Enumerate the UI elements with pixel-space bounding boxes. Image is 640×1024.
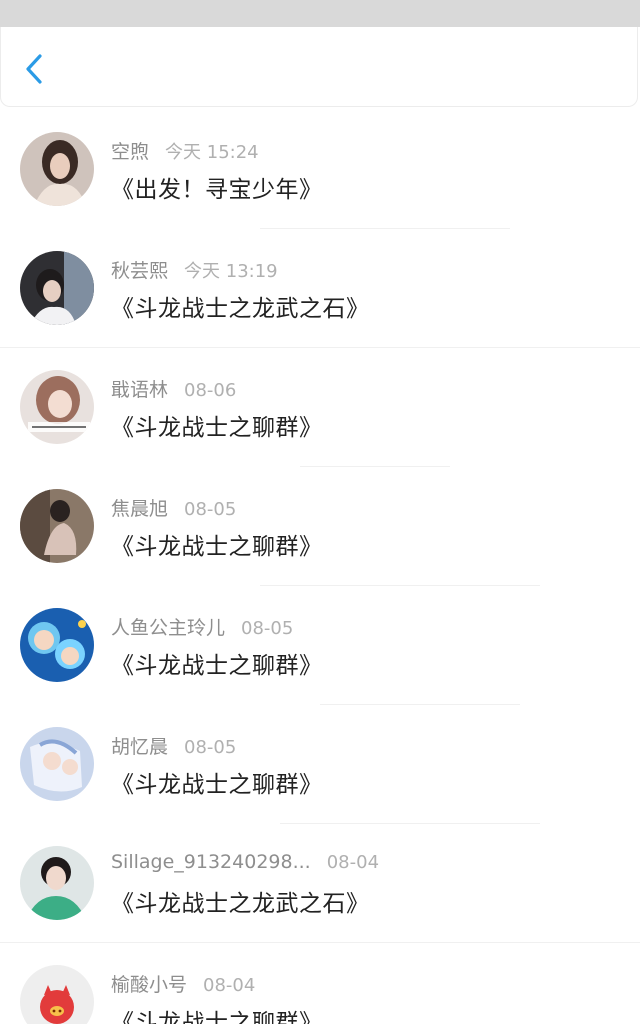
item-title: 《斗龙战士之聊群》 bbox=[111, 534, 323, 560]
item-title: 《斗龙战士之聊群》 bbox=[111, 772, 323, 798]
user-name: 空煦 bbox=[111, 141, 150, 163]
user-name: 人鱼公主玲儿 bbox=[111, 617, 226, 639]
avatar bbox=[20, 489, 94, 563]
back-button[interactable] bbox=[19, 53, 51, 85]
item-meta: 秋芸熙 今天 13:19 bbox=[111, 256, 278, 283]
timestamp: 今天 15:24 bbox=[165, 142, 259, 163]
item-title: 《斗龙战士之聊群》 bbox=[111, 415, 323, 441]
list-item[interactable]: 胡忆晨 08-05 《斗龙战士之聊群》 bbox=[0, 705, 640, 824]
timestamp: 08-04 bbox=[203, 975, 256, 996]
item-title: 《斗龙战士之龙武之石》 bbox=[111, 296, 370, 322]
list-item[interactable]: 秋芸熙 今天 13:19 《斗龙战士之龙武之石》 bbox=[0, 229, 640, 348]
timestamp: 08-06 bbox=[184, 380, 237, 401]
user-name: 焦晨旭 bbox=[111, 498, 169, 520]
user-name: 榆酸小号 bbox=[111, 974, 188, 996]
chevron-left-icon bbox=[26, 54, 42, 84]
timestamp: 今天 13:19 bbox=[184, 261, 278, 282]
avatar bbox=[20, 727, 94, 801]
item-meta: 戢语林 08-06 bbox=[111, 375, 236, 402]
message-list: 空煦 今天 15:24 《出发！寻宝少年》 秋芸熙 今天 13:19 《斗龙战士之龙… bbox=[0, 110, 640, 1024]
list-item[interactable]: 焦晨旭 08-05 《斗龙战士之聊群》 bbox=[0, 467, 640, 586]
user-name: 秋芸熙 bbox=[111, 260, 169, 282]
item-meta: 人鱼公主玲儿 08-05 bbox=[111, 613, 293, 640]
item-meta: Sillage_913240298... 08-04 bbox=[111, 851, 379, 873]
avatar bbox=[20, 608, 94, 682]
avatar bbox=[20, 251, 94, 325]
user-name: 胡忆晨 bbox=[111, 736, 169, 758]
timestamp: 08-05 bbox=[184, 499, 237, 520]
avatar bbox=[20, 846, 94, 920]
item-meta: 空煦 今天 15:24 bbox=[111, 137, 259, 164]
user-name: 戢语林 bbox=[111, 379, 169, 401]
item-meta: 胡忆晨 08-05 bbox=[111, 732, 236, 759]
status-bar bbox=[0, 0, 640, 27]
avatar bbox=[20, 132, 94, 206]
item-meta: 榆酸小号 08-04 bbox=[111, 970, 255, 997]
avatar bbox=[20, 965, 94, 1024]
timestamp: 08-04 bbox=[326, 852, 380, 873]
nav-bar bbox=[0, 27, 638, 107]
list-item[interactable]: Sillage_913240298... 08-04 《斗龙战士之龙武之石》 bbox=[0, 824, 640, 943]
list-item[interactable]: 空煦 今天 15:24 《出发！寻宝少年》 bbox=[0, 110, 640, 229]
list-item[interactable]: 人鱼公主玲儿 08-05 《斗龙战士之聊群》 bbox=[0, 586, 640, 705]
timestamp: 08-05 bbox=[241, 618, 294, 639]
list-item[interactable]: 榆酸小号 08-04 《斗龙战士之聊群》 bbox=[0, 943, 640, 1024]
item-title: 《出发！寻宝少年》 bbox=[111, 177, 323, 203]
user-name: Sillage_913240298... bbox=[111, 851, 311, 873]
timestamp: 08-05 bbox=[184, 737, 237, 758]
avatar bbox=[20, 370, 94, 444]
item-title: 《斗龙战士之聊群》 bbox=[111, 653, 323, 679]
item-title: 《斗龙战士之聊群》 bbox=[111, 1010, 323, 1024]
item-meta: 焦晨旭 08-05 bbox=[111, 494, 236, 521]
list-item[interactable]: 戢语林 08-06 《斗龙战士之聊群》 bbox=[0, 348, 640, 467]
item-title: 《斗龙战士之龙武之石》 bbox=[111, 891, 370, 917]
